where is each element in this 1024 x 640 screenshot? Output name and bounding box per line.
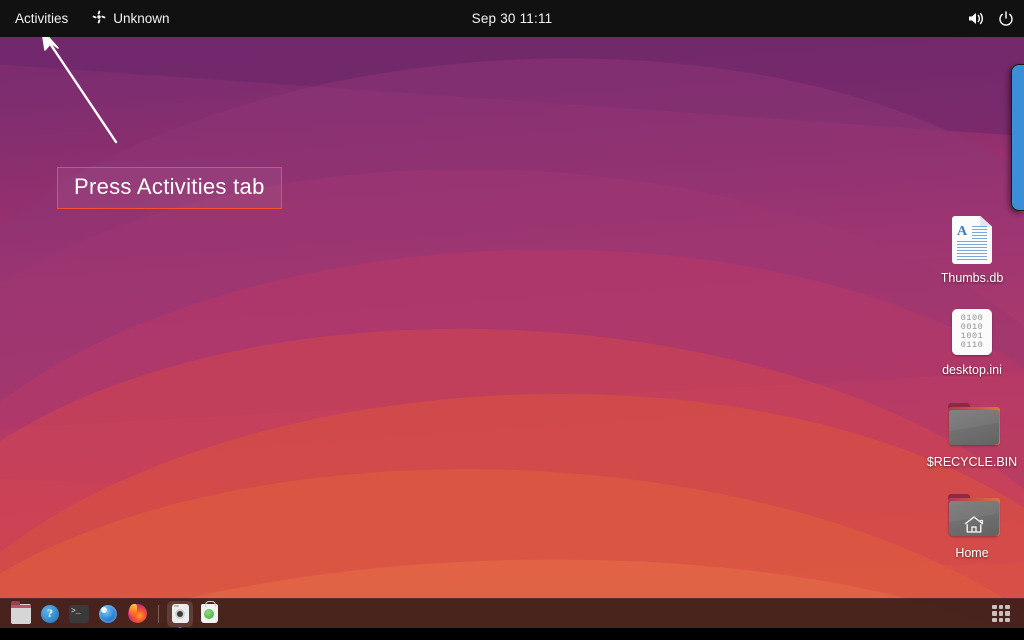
screen-bottom-edge — [0, 628, 1024, 640]
dock-item-terminal[interactable]: >_ — [66, 601, 92, 627]
dock-item-screenshot[interactable] — [167, 600, 193, 630]
partially-visible-window[interactable] — [1011, 64, 1024, 211]
house-icon — [963, 515, 985, 536]
top-bar: Activities Unknown Sep 30 11:11 — [0, 0, 1024, 37]
dock-item-help[interactable]: ? — [37, 601, 63, 627]
desktop-icon-label: $RECYCLE.BIN — [926, 454, 1018, 469]
dock: ? >_ — [0, 598, 1024, 630]
power-icon[interactable] — [992, 6, 1020, 32]
app-menu-label: Unknown — [113, 11, 170, 26]
dock-item-files[interactable] — [8, 600, 34, 627]
chromium-icon — [99, 604, 117, 623]
app-grid-icon[interactable] — [990, 603, 1012, 625]
firefox-icon — [127, 604, 147, 623]
dock-separator — [158, 604, 159, 623]
binary-line: 0110 — [960, 339, 984, 350]
dock-item-firefox[interactable] — [124, 601, 150, 627]
top-bar-left-section: Activities Unknown — [0, 0, 179, 37]
dock-item-chromium[interactable] — [95, 601, 121, 627]
app-indicator-icon — [92, 10, 106, 27]
activities-button[interactable]: Activities — [6, 6, 77, 32]
annotation-text: Press Activities tab — [74, 174, 265, 199]
folder-icon — [948, 400, 1000, 448]
desktop-icon-label: Home — [955, 546, 989, 561]
camera-icon — [171, 604, 189, 623]
desktop-icon-desktop-ini[interactable]: 0100 0010 1001 0110 desktop.ini — [926, 308, 1018, 378]
desktop-icon-label: Thumbs.db — [940, 271, 1004, 285]
annotation-callout: Press Activities tab — [57, 167, 282, 210]
dock-item-ubuntu-software[interactable] — [196, 601, 222, 627]
terminal-icon: >_ — [69, 604, 89, 623]
desktop-wallpaper[interactable] — [0, 0, 1024, 628]
binary-file-icon: 0100 0010 1001 0110 — [948, 308, 996, 356]
desktop-icon-home[interactable]: Home — [926, 491, 1018, 561]
app-menu-button[interactable]: Unknown — [83, 6, 178, 32]
arrow-pointer-icon — [36, 28, 126, 153]
software-icon — [200, 601, 218, 623]
desktop-icon-thumbs-db[interactable]: A Thumbs.db — [926, 216, 1018, 286]
document-letter: A — [957, 224, 968, 239]
help-icon: ? — [41, 604, 59, 623]
files-icon — [11, 600, 31, 624]
text-document-icon: A — [948, 216, 996, 264]
desktop-icon-recycle-bin[interactable]: $RECYCLE.BIN — [926, 400, 1018, 470]
system-status-area[interactable] — [962, 0, 1020, 37]
activities-label: Activities — [15, 11, 69, 26]
volume-icon[interactable] — [962, 6, 990, 32]
desktop-screen: Activities Unknown Sep 30 11:11 Press Ac… — [0, 0, 1024, 640]
folder-home-icon — [948, 491, 1000, 539]
desktop-icon-list: A Thumbs.db 0100 0010 1001 0110 desktop.… — [926, 216, 1018, 561]
desktop-icon-label: desktop.ini — [942, 362, 1002, 377]
dock-item-list: ? >_ — [0, 599, 222, 630]
clock[interactable]: Sep 30 11:11 — [464, 9, 561, 28]
